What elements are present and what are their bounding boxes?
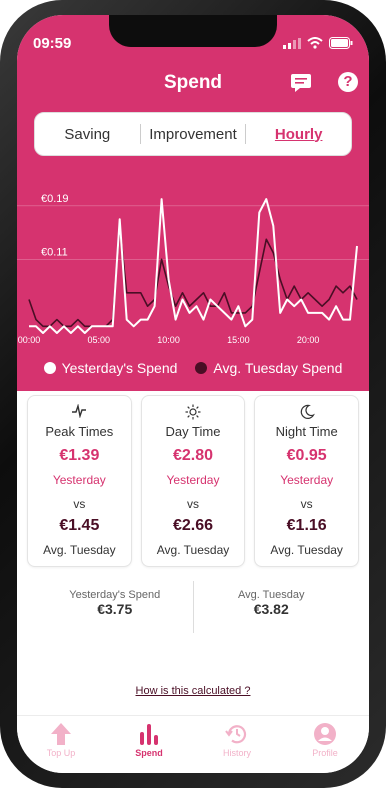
card-yesterday-value: €1.39 [59,447,100,464]
wifi-icon [307,37,323,49]
segment-improvement[interactable]: Improvement [141,126,246,143]
x-tick-label: 10:00 [157,335,180,345]
legend-yesterday: Yesterday's Spend [43,360,178,376]
card-vs: vs [73,497,86,511]
card-avg-label: Avg. Tuesday [43,543,116,557]
card-avg-label: Avg. Tuesday [270,543,343,557]
chat-icon[interactable] [290,73,312,93]
page-title: Spend [163,72,223,93]
summary-cards: Peak Times €1.39 Yesterday vs €1.45 Avg.… [27,395,360,567]
sun-icon [142,404,245,420]
tab-profile[interactable]: Profile [281,716,369,773]
tab-spend[interactable]: Spend [105,716,193,773]
card-day-time: Day Time €2.80 Yesterday vs €2.66 Avg. T… [140,395,246,567]
legend-avg-label: Avg. Tuesday Spend [213,360,343,376]
card-avg-value: €2.66 [172,517,214,534]
tab-label: Profile [312,748,338,758]
total-yesterday: Yesterday's Spend €3.75 [37,581,193,633]
card-yesterday-label: Yesterday [52,473,106,487]
tab-bar: Top Up Spend History Profile [17,715,369,773]
x-tick-label: 20:00 [297,335,320,345]
series-line-yesterday [29,198,358,334]
tab-history[interactable]: History [193,716,281,773]
card-night-time: Night Time €0.95 Yesterday vs €1.16 Avg.… [254,395,360,567]
view-segmented-control: Saving Improvement Hourly [34,112,352,156]
x-tick-label: 00:00 [18,335,41,345]
card-avg-label: Avg. Tuesday [156,543,230,557]
tab-label: History [222,748,251,758]
segment-hourly[interactable]: Hourly [246,126,351,143]
card-yesterday-label: Yesterday [166,473,220,487]
pulse-icon [28,403,131,420]
status-icons [283,37,353,49]
bar-chart-icon [140,724,158,745]
x-tick-label: 15:00 [227,335,250,345]
y-tick-label: €0.11 [41,246,68,258]
moon-icon [255,404,358,420]
history-icon [225,725,247,744]
card-yesterday-value: €2.80 [172,447,214,464]
hourly-chart: €0.19 €0.11 00:00 05:00 10:00 15:00 20:00 [17,167,369,345]
legend-yesterday-label: Yesterday's Spend [61,360,178,376]
card-yesterday-value: €0.95 [286,447,327,464]
segment-saving[interactable]: Saving [35,126,140,143]
card-vs: vs [300,497,313,511]
how-calculated-link[interactable]: How is this calculated ? [17,685,369,697]
card-title: Day Time [165,424,221,439]
status-time: 09:59 [33,35,72,52]
legend-avg: Avg. Tuesday Spend [195,360,342,376]
legend-dot-white [43,362,56,374]
card-vs: vs [187,497,199,511]
notch [109,15,277,47]
card-yesterday-label: Yesterday [280,473,334,487]
tab-label: Spend [135,748,163,758]
tab-top-up[interactable]: Top Up [17,716,105,773]
chart-legend: Yesterday's Spend Avg. Tuesday Spend [17,345,369,391]
screen: 09:59 Spend ? Saving Improvement Hourly … [17,15,369,773]
card-peak-times: Peak Times €1.39 Yesterday vs €1.45 Avg.… [27,395,132,567]
signal-icon [283,37,301,49]
profile-icon [314,723,336,745]
card-avg-value: €1.16 [286,517,327,534]
arrow-up-icon [51,723,71,745]
card-avg-value: €1.45 [59,517,100,534]
y-tick-label: €0.19 [41,193,69,205]
total-yesterday-label: Yesterday's Spend [69,589,161,601]
totals-row: Yesterday's Spend €3.75 Avg. Tuesday €3.… [37,581,349,633]
total-yesterday-value: €3.75 [97,601,133,617]
x-tick-label: 05:00 [88,335,111,345]
card-title: Night Time [275,424,338,439]
battery-icon [329,37,353,49]
total-avg-value: €3.82 [253,601,289,617]
legend-dot-dark [195,362,208,374]
total-avg: Avg. Tuesday €3.82 [194,581,350,633]
phone-frame: 09:59 Spend ? Saving Improvement Hourly … [0,0,386,788]
help-icon[interactable]: ? [338,72,358,92]
card-title: Peak Times [45,424,114,439]
total-avg-label: Avg. Tuesday [238,589,305,601]
line-chart: €0.19 €0.11 00:00 05:00 10:00 15:00 20:00 [17,193,369,345]
tab-label: Top Up [46,748,76,758]
